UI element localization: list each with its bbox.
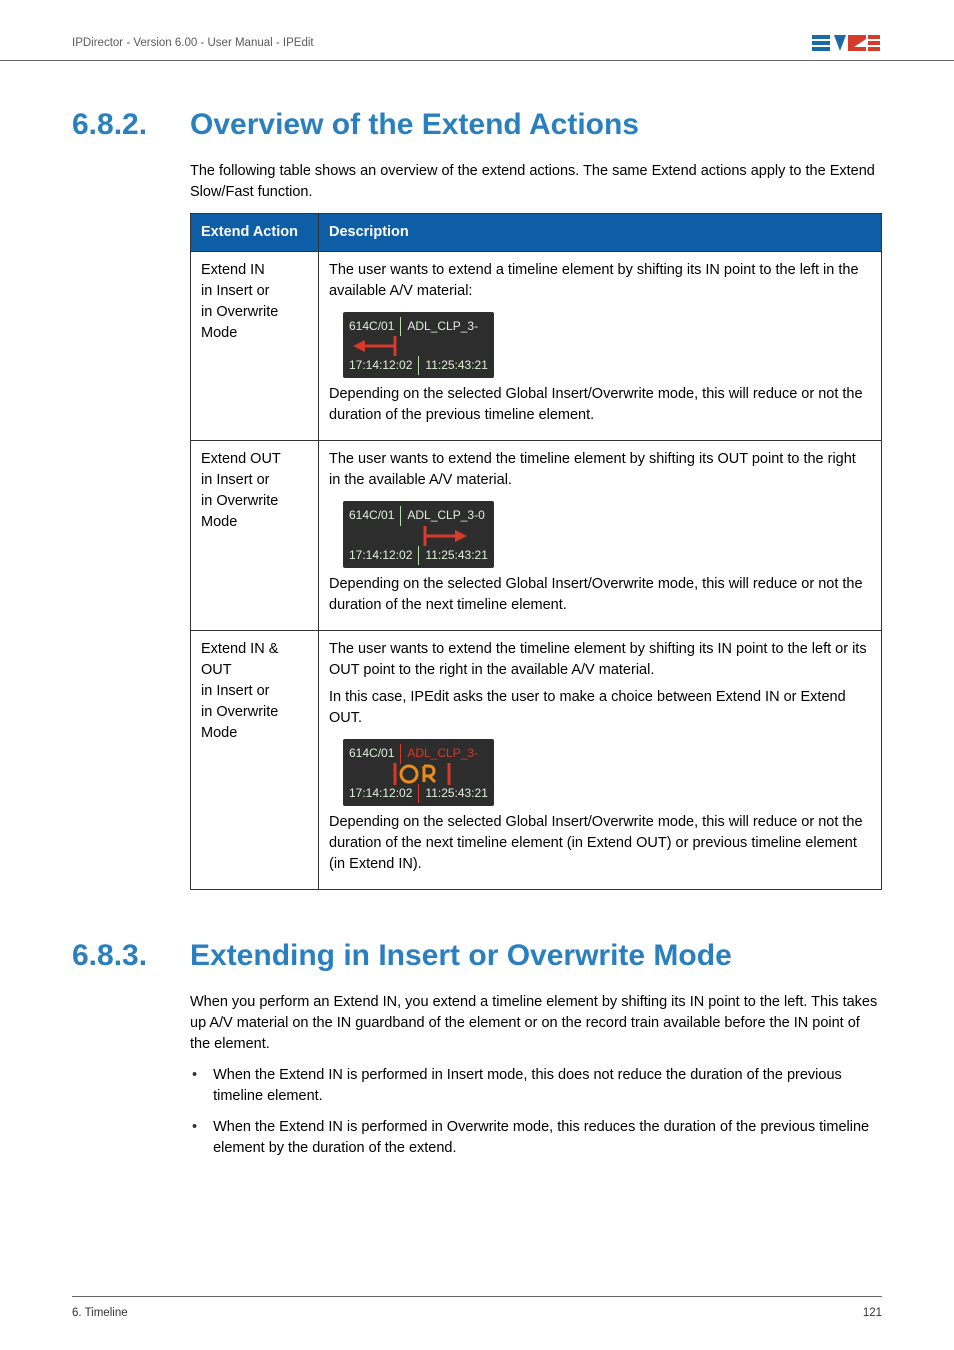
section-title: Extending in Insert or Overwrite Mode	[190, 934, 732, 978]
cell-description: The user wants to extend the timeline el…	[319, 631, 882, 890]
desc-paragraph: The user wants to extend the timeline el…	[329, 639, 871, 681]
list-item: When the Extend IN is performed in Inser…	[190, 1065, 882, 1107]
extend-actions-table: Extend Action Description Extend IN in I…	[190, 213, 882, 891]
th-extend-action: Extend Action	[191, 213, 319, 251]
cell-description: The user wants to extend the timeline el…	[319, 441, 882, 631]
section-number: 6.8.2.	[72, 103, 162, 147]
clip-id-left: 614C/01	[349, 507, 394, 524]
list-item: When the Extend IN is performed in Overw…	[190, 1117, 882, 1159]
timecode-right: 11:25:43:21	[425, 547, 488, 564]
evs-logo-icon	[812, 32, 882, 54]
timecode-left: 17:14:12:02	[349, 785, 412, 802]
cell-action: Extend OUT in Insert or in Overwrite Mod…	[191, 441, 319, 631]
section-number: 6.8.3.	[72, 934, 162, 978]
desc-paragraph: The user wants to extend the timeline el…	[329, 449, 871, 491]
timecode-right: 11:25:43:21	[425, 357, 488, 374]
bullet-text: When the Extend IN is performed in Inser…	[213, 1065, 882, 1107]
clip-diagram-icon: 614C/01 ADL_CLP_3-	[343, 739, 494, 806]
clip-id-left: 614C/01	[349, 745, 394, 762]
footer-page-number: 121	[863, 1305, 882, 1322]
arrow-or-icon	[349, 763, 488, 785]
timecode-left: 17:14:12:02	[349, 547, 412, 564]
body-paragraph: When you perform an Extend IN, you exten…	[190, 992, 882, 1055]
clip-id-right: ADL_CLP_3-	[407, 318, 478, 335]
arrow-left-icon	[349, 335, 488, 357]
desc-paragraph: Depending on the selected Global Insert/…	[329, 384, 871, 426]
intro-paragraph: The following table shows an overview of…	[190, 161, 882, 203]
timecode-right: 11:25:43:21	[425, 785, 488, 802]
table-row: Extend OUT in Insert or in Overwrite Mod…	[191, 441, 882, 631]
table-row: Extend IN in Insert or in Overwrite Mode…	[191, 251, 882, 441]
timecode-left: 17:14:12:02	[349, 357, 412, 374]
cell-action: Extend IN & OUT in Insert or in Overwrit…	[191, 631, 319, 890]
cell-description: The user wants to extend a timeline elem…	[319, 251, 882, 441]
clip-id-right: ADL_CLP_3-0	[407, 507, 484, 524]
clip-diagram-icon: 614C/01 ADL_CLP_3-	[343, 312, 494, 379]
clip-id-right: ADL_CLP_3-	[407, 745, 478, 762]
desc-paragraph: The user wants to extend a timeline elem…	[329, 260, 871, 302]
page-footer: 6. Timeline 121	[72, 1296, 882, 1322]
section-683-heading: 6.8.3. Extending in Insert or Overwrite …	[72, 934, 882, 978]
page-header: IPDirector - Version 6.00 - User Manual …	[0, 0, 954, 61]
clip-diagram-icon: 614C/01 ADL_CLP_3-0	[343, 501, 494, 568]
desc-paragraph: Depending on the selected Global Insert/…	[329, 812, 871, 875]
desc-paragraph: Depending on the selected Global Insert/…	[329, 574, 871, 616]
table-row: Extend IN & OUT in Insert or in Overwrit…	[191, 631, 882, 890]
section-title: Overview of the Extend Actions	[190, 103, 639, 147]
arrow-right-icon	[349, 525, 488, 547]
header-breadcrumb: IPDirector - Version 6.00 - User Manual …	[72, 35, 314, 52]
clip-id-left: 614C/01	[349, 318, 394, 335]
bullet-text: When the Extend IN is performed in Overw…	[213, 1117, 882, 1159]
footer-chapter: 6. Timeline	[72, 1305, 128, 1322]
cell-action: Extend IN in Insert or in Overwrite Mode	[191, 251, 319, 441]
bullet-list: When the Extend IN is performed in Inser…	[190, 1065, 882, 1159]
desc-paragraph: In this case, IPEdit asks the user to ma…	[329, 687, 871, 729]
th-description: Description	[319, 213, 882, 251]
section-682-heading: 6.8.2. Overview of the Extend Actions	[72, 103, 882, 147]
